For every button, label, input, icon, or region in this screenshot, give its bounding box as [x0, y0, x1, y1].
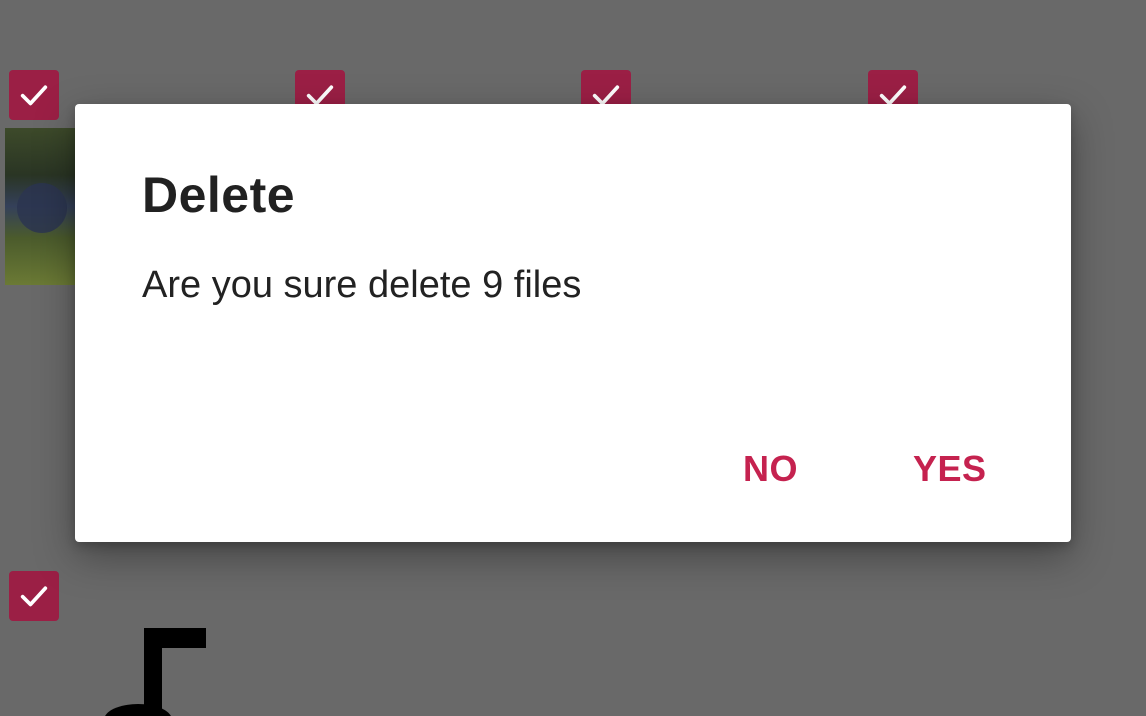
file-thumbnail[interactable]	[5, 128, 75, 285]
dialog-message: Are you sure delete 9 files	[142, 264, 582, 306]
delete-dialog: Delete Are you sure delete 9 files NO YE…	[75, 104, 1071, 542]
no-button[interactable]: NO	[733, 442, 808, 496]
checkmark-icon	[20, 586, 48, 607]
dialog-title: Delete	[142, 167, 296, 223]
checkmark-icon	[20, 85, 48, 106]
music-file-icon[interactable]	[100, 628, 210, 716]
yes-button[interactable]: YES	[903, 442, 997, 496]
item-selected-checkbox[interactable]	[9, 70, 59, 120]
item-selected-checkbox[interactable]	[9, 571, 59, 621]
thumbnail-subject	[17, 183, 67, 233]
